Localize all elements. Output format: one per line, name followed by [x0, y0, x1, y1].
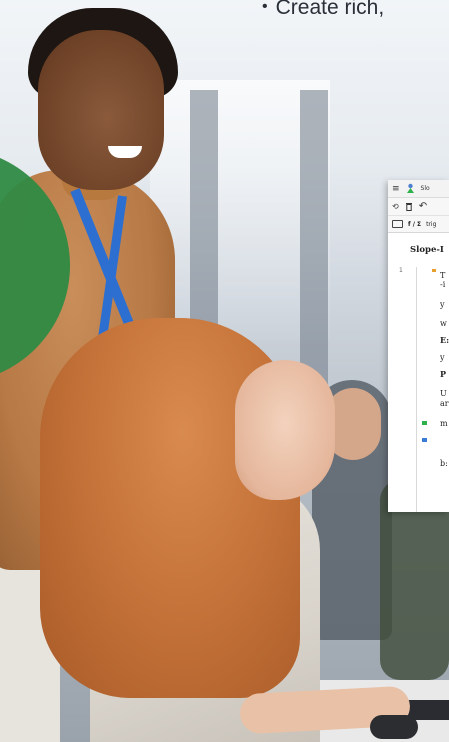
- hero-heading: • Create rich,: [262, 0, 384, 20]
- background-photo: [0, 0, 449, 742]
- formula-input[interactable]: trig: [426, 221, 436, 228]
- keyboard-icon[interactable]: [392, 220, 403, 228]
- doc-row: ar: [440, 399, 449, 408]
- computer-mouse: [370, 715, 418, 739]
- formula-bar: f / Σ trig: [388, 216, 449, 233]
- formula-mode-label[interactable]: f / Σ: [408, 221, 421, 228]
- doc-row: E:: [440, 335, 449, 345]
- doc-row: -i: [440, 280, 446, 289]
- doc-row: T: [440, 271, 446, 280]
- doc-row: U: [440, 389, 447, 398]
- document-title: Slope-I: [410, 245, 444, 255]
- app-logo-icon: [406, 183, 414, 193]
- orange-marker: [432, 269, 436, 272]
- app-title: Slo: [420, 185, 430, 192]
- doc-row: m: [440, 419, 448, 428]
- doc-row: w: [440, 319, 447, 328]
- woman-face: [235, 360, 335, 500]
- menu-icon[interactable]: ≡: [392, 184, 400, 194]
- hero-text: Create rich,: [275, 0, 385, 19]
- bullet-point: •: [262, 0, 268, 15]
- app-window: ≡ Slo ⟲ ↶ f / Σ trig Slope-I 1 T -i y w …: [388, 180, 449, 512]
- trash-icon[interactable]: [405, 202, 413, 211]
- history-icon[interactable]: ⟲: [392, 202, 399, 211]
- document-area[interactable]: Slope-I 1 T -i y w E: y P U ar m b:: [388, 233, 449, 512]
- doc-row: b:: [440, 459, 448, 468]
- man-head: [38, 30, 164, 190]
- blue-marker: [422, 438, 427, 442]
- gutter-divider: [416, 267, 417, 512]
- line-number: 1: [399, 267, 403, 274]
- green-marker: [422, 421, 427, 425]
- app-toolbar: ⟲ ↶: [388, 198, 449, 216]
- doc-row: y: [440, 353, 445, 362]
- doc-row: y: [440, 300, 445, 309]
- app-titlebar: ≡ Slo: [388, 180, 449, 198]
- undo-icon[interactable]: ↶: [419, 201, 427, 212]
- doc-row: P: [440, 369, 447, 379]
